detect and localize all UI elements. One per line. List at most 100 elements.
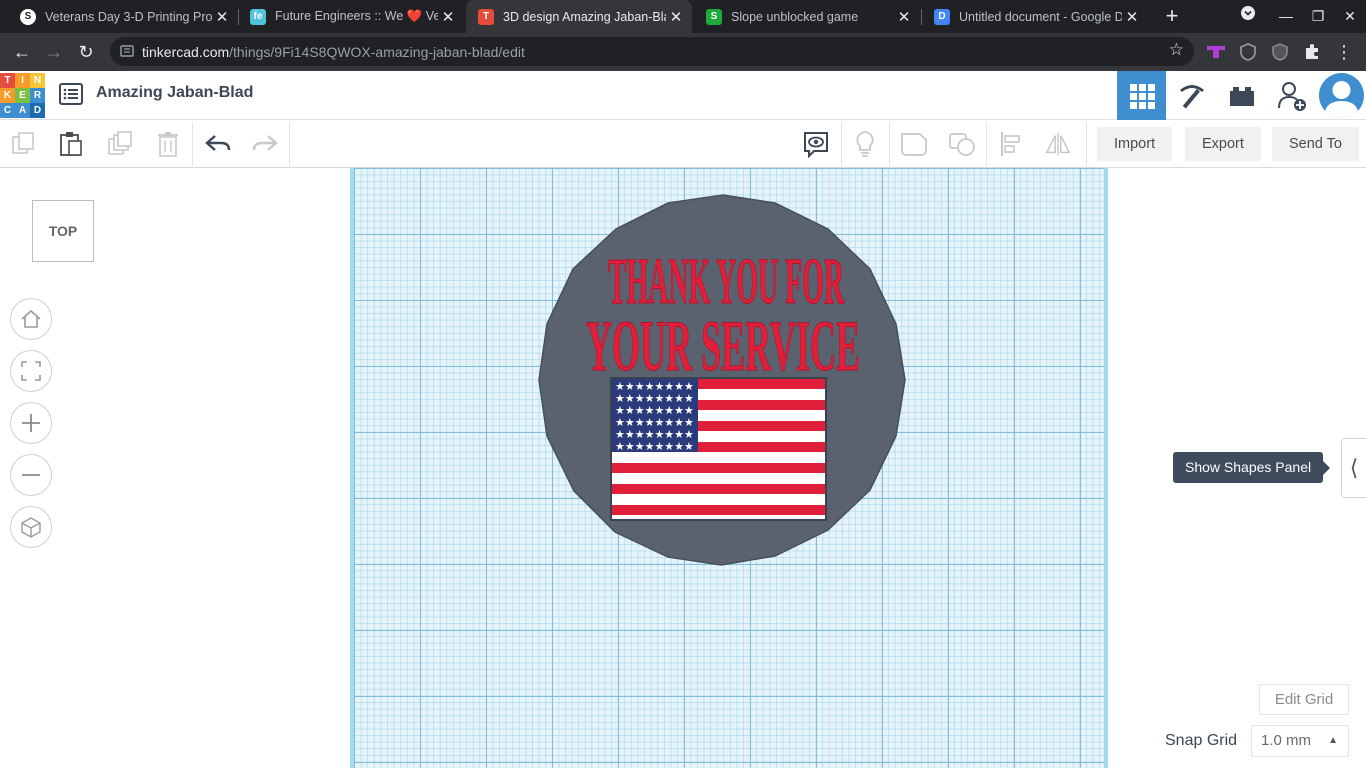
browser-tab-strip: S Veterans Day 3-D Printing Proj ✕ fe Fu…	[0, 0, 1366, 33]
extension-shield-dark-icon[interactable]	[1270, 42, 1290, 62]
forward-icon[interactable]: →	[42, 40, 66, 64]
browser-tab-1[interactable]: S Veterans Day 3-D Printing Proj ✕	[8, 0, 238, 33]
home-view-button[interactable]	[10, 298, 52, 340]
edit-grid-button[interactable]: Edit Grid	[1259, 684, 1349, 715]
close-icon[interactable]: ✕	[438, 8, 458, 26]
minimize-icon[interactable]: —	[1274, 5, 1298, 27]
3d-view-button[interactable]	[1117, 71, 1166, 120]
delete-icon[interactable]	[154, 130, 182, 158]
ungroup-icon[interactable]	[948, 130, 976, 158]
export-button[interactable]: Export	[1185, 127, 1261, 161]
extensions-puzzle-icon[interactable]	[1302, 42, 1322, 62]
redo-icon[interactable]	[251, 130, 279, 158]
browser-tab-3[interactable]: T 3D design Amazing Jaban-Bla ✕	[466, 0, 692, 33]
fit-all-icon	[21, 361, 41, 381]
tab-title: Future Engineers :: We ❤️ Vete	[275, 9, 438, 23]
lightbulb-icon[interactable]	[851, 130, 879, 158]
browser-tab-2[interactable]: fe Future Engineers :: We ❤️ Vete ✕	[238, 0, 464, 33]
close-icon[interactable]: ✕	[212, 8, 232, 26]
browser-tab-5[interactable]: D Untitled document - Google Do ✕	[922, 0, 1148, 33]
new-tab-icon[interactable]: +	[1160, 4, 1184, 28]
paste-icon[interactable]	[57, 130, 85, 158]
invite-user-button[interactable]	[1267, 71, 1316, 120]
brick-icon	[1229, 86, 1254, 106]
snap-grid-select[interactable]: 1.0 mm ▲	[1251, 725, 1349, 757]
cube-icon	[21, 517, 41, 538]
browser-menu-icon[interactable]: ⋮	[1334, 42, 1354, 62]
window-close-icon[interactable]: ✕	[1338, 5, 1362, 27]
home-icon	[21, 309, 41, 328]
add-user-icon	[1277, 81, 1306, 111]
plus-icon	[22, 414, 40, 432]
notes-eye-icon[interactable]	[802, 130, 830, 158]
toolbar-divider	[889, 122, 890, 166]
tab-title: Untitled document - Google Do	[959, 9, 1122, 24]
caret-up-icon: ▲	[1328, 735, 1338, 746]
american-flag[interactable]: ★★★★★★★★ ★★★★★★★★ ★★★★★★★★ ★★★★★★★★ ★★★★…	[610, 377, 827, 521]
perspective-button[interactable]	[10, 506, 52, 548]
chevron-left-icon: ⟨	[1349, 455, 1359, 480]
align-icon[interactable]	[997, 130, 1025, 158]
svg-text:★★★★★★★★: ★★★★★★★★	[615, 440, 694, 453]
toolbar-divider	[192, 122, 193, 166]
logo-cell: C	[0, 103, 15, 118]
reload-icon[interactable]: ↻	[74, 40, 98, 64]
show-shapes-panel-button[interactable]: ⟨	[1341, 438, 1366, 498]
tab-title: Veterans Day 3-D Printing Proj	[45, 9, 212, 24]
workplane-grid[interactable]: THANK YOU FOR YOUR SERVICE ★★★★★★★★ ★★★★…	[350, 168, 1108, 768]
logo-cell: T	[0, 73, 15, 88]
workplane-area[interactable]: THANK YOU FOR YOUR SERVICE ★★★★★★★★ ★★★★…	[0, 168, 1366, 768]
view-cube[interactable]: TOP	[32, 200, 94, 262]
logo-cell: A	[15, 103, 30, 118]
url-path: /things/9Fi14S8QWOX-amazing-jaban-blad/e…	[229, 44, 525, 60]
toolbar-divider	[986, 122, 987, 166]
copy-icon[interactable]	[10, 130, 38, 158]
import-button[interactable]: Import	[1097, 127, 1173, 161]
zoom-in-button[interactable]	[10, 402, 52, 444]
user-avatar-icon	[1324, 81, 1359, 118]
logo-cell: E	[15, 88, 30, 103]
extension-shield-icon[interactable]	[1238, 42, 1258, 62]
snap-grid-label: Snap Grid	[1165, 732, 1238, 749]
tinkercad-logo[interactable]: T I N K E R C A D	[0, 73, 46, 119]
tab-favicon: fe	[250, 8, 266, 25]
tab-favicon: T	[478, 8, 494, 25]
tab-favicon: S	[706, 8, 722, 25]
back-icon[interactable]: ←	[10, 40, 34, 64]
send-to-button[interactable]: Send To	[1272, 127, 1359, 161]
design-canvas[interactable]: THANK YOU FOR YOUR SERVICE ★★★★★★★★ ★★★★…	[350, 168, 1108, 768]
address-bar[interactable]: tinkercad.com/things/9Fi14S8QWOX-amazing…	[110, 37, 1194, 66]
bookmark-star-icon[interactable]: ☆	[1169, 40, 1184, 60]
minecraft-mode-button[interactable]	[1167, 71, 1216, 120]
mirror-icon[interactable]	[1044, 130, 1072, 158]
group-icon[interactable]	[900, 130, 928, 158]
avatar[interactable]	[1319, 73, 1364, 118]
url-text: tinkercad.com/things/9Fi14S8QWOX-amazing…	[142, 44, 525, 60]
close-icon[interactable]: ✕	[894, 8, 914, 26]
pickaxe-icon	[1179, 84, 1204, 108]
logo-cell: R	[30, 88, 45, 103]
app-header: T I N K E R C A D Amazing Jaban-Blad	[0, 71, 1366, 120]
bricks-mode-button[interactable]	[1217, 71, 1266, 120]
tab-title: 3D design Amazing Jaban-Bla	[503, 9, 666, 24]
zoom-out-button[interactable]	[10, 454, 52, 496]
fit-view-button[interactable]	[10, 350, 52, 392]
restore-icon[interactable]: ❐	[1306, 5, 1330, 27]
undo-icon[interactable]	[204, 130, 232, 158]
close-icon[interactable]: ✕	[666, 8, 686, 26]
minus-icon	[22, 474, 40, 476]
duplicate-icon[interactable]	[106, 130, 134, 158]
edit-toolbar: Import Export Send To	[0, 120, 1366, 168]
logo-cell: I	[15, 73, 30, 88]
site-info-icon[interactable]	[120, 44, 134, 58]
close-icon[interactable]: ✕	[1122, 8, 1142, 26]
design-title[interactable]: Amazing Jaban-Blad	[96, 84, 253, 102]
logo-cell: N	[30, 73, 45, 88]
browser-tab-4[interactable]: S Slope unblocked game ✕	[694, 0, 920, 33]
design-text-line2[interactable]: YOUR SERVICE	[586, 306, 861, 387]
extension-tetris-icon[interactable]	[1206, 42, 1226, 62]
tab-search-icon[interactable]	[1236, 5, 1260, 27]
tab-favicon: D	[934, 8, 950, 25]
url-host: tinkercad.com	[142, 44, 230, 60]
design-list-icon[interactable]	[59, 83, 83, 105]
